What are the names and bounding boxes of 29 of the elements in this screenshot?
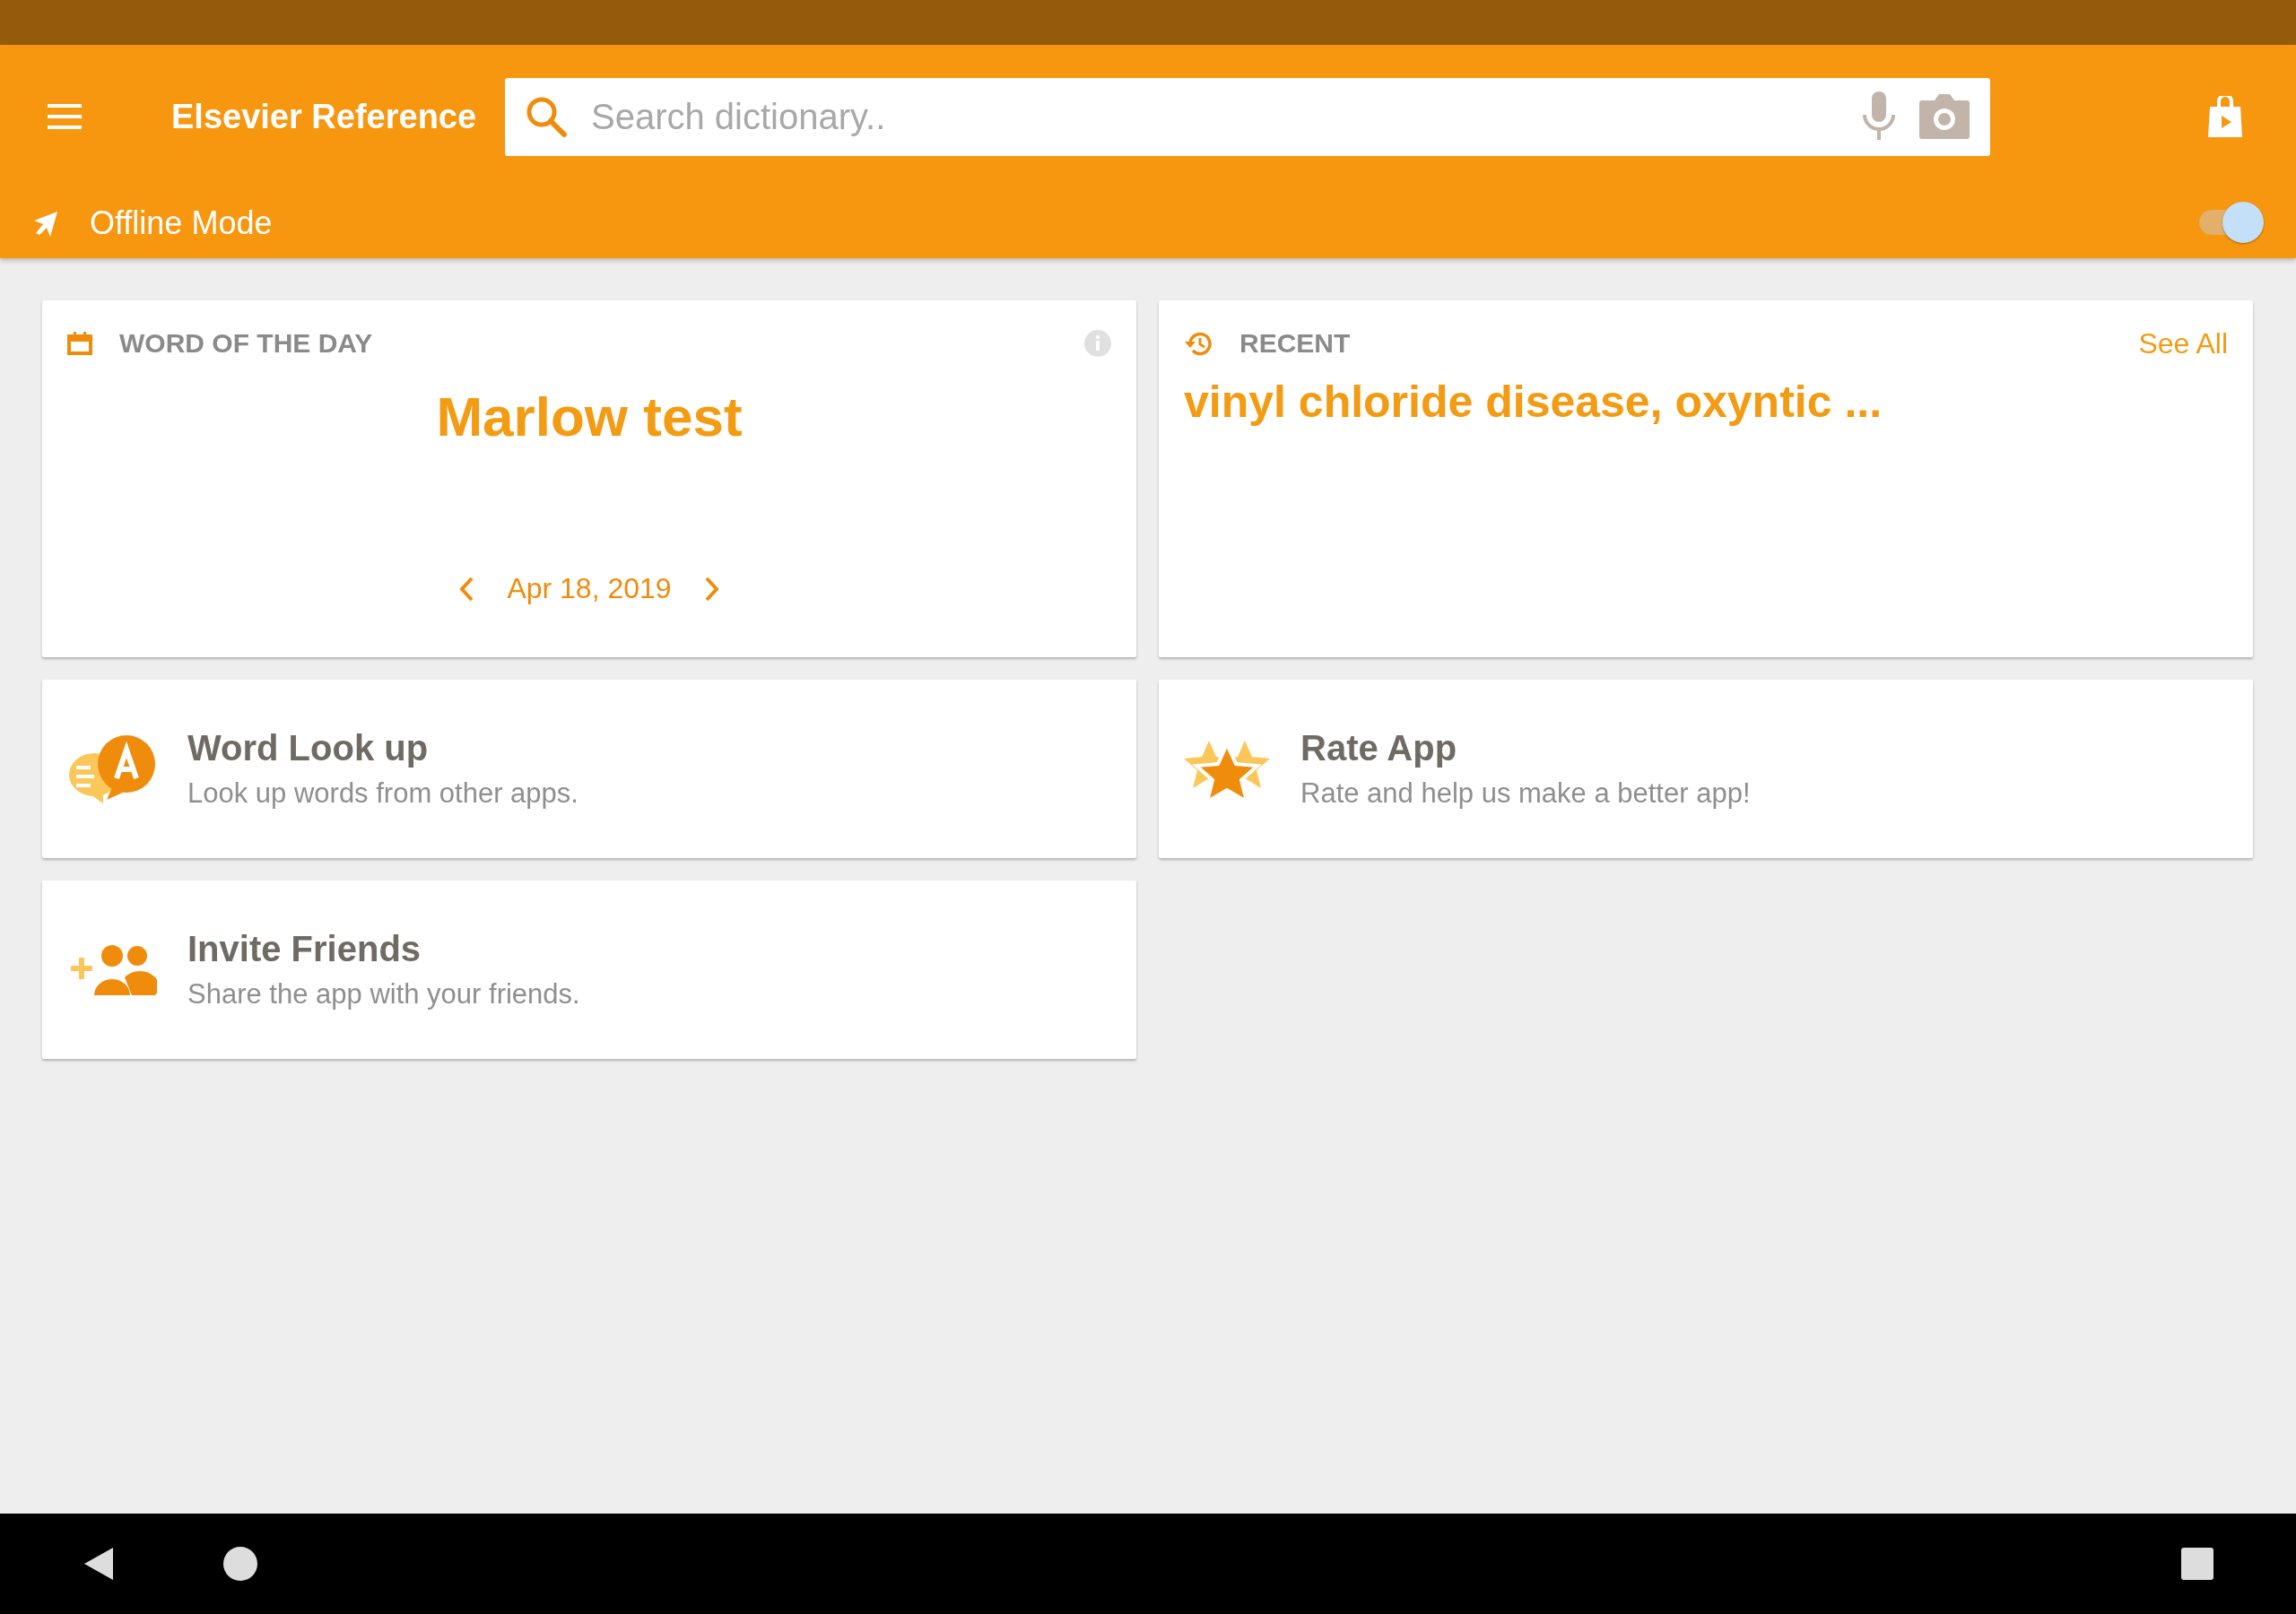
feature-title: Invite Friends	[187, 929, 422, 969]
shopping-bag-icon[interactable]	[2208, 96, 2242, 137]
home-icon[interactable]	[222, 1546, 258, 1582]
card-heading: WORD OF THE DAY	[119, 328, 373, 359]
app-title: Elsevier Reference	[171, 97, 478, 136]
date-label: Apr 18, 2019	[507, 572, 672, 605]
info-icon[interactable]	[1084, 330, 1111, 357]
feature-card[interactable]: Word Look up Look up words from other apps.	[42, 680, 1136, 858]
feature-card[interactable]: Rate App Rate and help us make a better app!	[1159, 680, 2253, 858]
microphone-icon[interactable]	[1861, 91, 1897, 142]
back-icon[interactable]	[83, 1546, 115, 1582]
search-bar[interactable]: Search dictionary..	[505, 77, 1990, 156]
chevron-left-icon[interactable]	[458, 576, 475, 602]
feature-description: Rate and help us make a better app!	[1300, 777, 1751, 810]
feature-title: Rate App	[1300, 728, 1458, 768]
feature-description: Share the app with your friends.	[187, 978, 580, 1011]
chevron-right-icon[interactable]	[703, 576, 720, 602]
menu-icon[interactable]	[48, 104, 82, 129]
feature-title: Word Look up	[187, 728, 430, 768]
search-icon	[525, 95, 568, 138]
card-heading: RECENT	[1239, 328, 1351, 359]
feature-card[interactable]: Invite Friends Share the app with your friends.	[42, 881, 1136, 1059]
feature-description: Look up words from other apps.	[187, 777, 578, 810]
search-field[interactable]: Search dictionary..	[589, 95, 1839, 138]
offline-mode-label: Offline Mode	[90, 204, 273, 242]
calendar-icon	[67, 332, 92, 355]
camera-icon[interactable]	[1918, 93, 1970, 140]
history-icon	[1184, 330, 1213, 357]
speech-bubbles-icon	[67, 733, 157, 805]
